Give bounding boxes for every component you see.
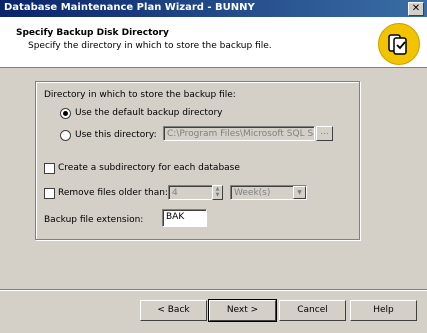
extension-label: Backup file extension: (44, 215, 144, 225)
subdirectory-label[interactable]: Create a subdirectory for each database (58, 163, 240, 173)
custom-directory-label[interactable]: Use this directory: (75, 130, 157, 140)
radio-selected-dot (63, 111, 68, 116)
directory-path-input[interactable]: C:\Program Files\Microsoft SQL Se (163, 126, 315, 141)
close-icon: ✕ (411, 3, 421, 14)
next-button[interactable]: Next > (208, 299, 277, 322)
custom-directory-radio[interactable] (60, 130, 71, 141)
spinner-down-icon[interactable]: ▼ (213, 192, 222, 198)
remove-old-files-checkbox[interactable] (44, 188, 55, 199)
directory-group-label: Directory in which to store the backup f… (44, 90, 236, 100)
cancel-button[interactable]: Cancel (279, 300, 346, 321)
browse-button[interactable]: ... (316, 126, 333, 141)
extension-input[interactable]: BAK (162, 209, 207, 227)
back-button[interactable]: < Back (140, 300, 207, 321)
title-bar[interactable]: Database Maintenance Plan Wizard - BUNNY… (0, 0, 427, 17)
remove-count-input[interactable]: 4 (168, 185, 213, 200)
window-title: Database Maintenance Plan Wizard - BUNNY (4, 2, 255, 13)
default-directory-radio[interactable] (60, 108, 71, 119)
close-button[interactable]: ✕ (408, 2, 424, 16)
page-title: Specify Backup Disk Directory (16, 28, 169, 38)
wizard-header: Specify Backup Disk Directory Specify th… (0, 17, 427, 68)
remove-count-spinner[interactable]: ▲ ▼ (212, 185, 223, 200)
remove-old-files-label[interactable]: Remove files older than: (58, 188, 168, 198)
backup-checklist-icon (378, 23, 420, 65)
dropdown-arrow-icon[interactable]: ▼ (293, 186, 306, 199)
footer-divider (0, 289, 427, 291)
page-subtitle: Specify the directory in which to store … (28, 41, 272, 51)
help-button[interactable]: Help (350, 300, 417, 321)
subdirectory-checkbox[interactable] (44, 163, 55, 174)
remove-unit-value: Week(s) (234, 188, 271, 198)
default-directory-label[interactable]: Use the default backup directory (75, 108, 223, 118)
